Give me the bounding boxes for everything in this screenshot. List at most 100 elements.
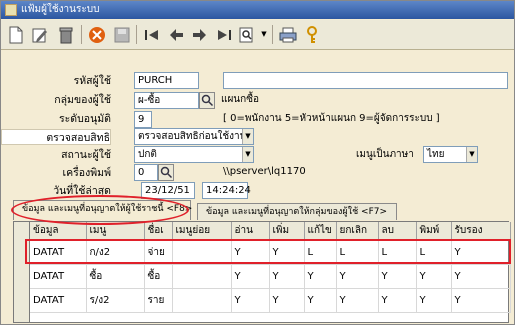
search-icon[interactable] [237,23,259,46]
tab-group-permissions[interactable]: ข้อมูล และเมนูที่อนุญาตให้กลุ่มของผู้ใช้… [197,203,397,220]
window-title: แฟ้มผู้ใช้งานระบบ [21,4,100,15]
level-hint: [ 0=พนักงาน 5=หัวหน้าแผนก 9=ผู้จัดการระบ… [223,113,440,124]
table-cell[interactable]: Y [231,288,270,313]
table-cell[interactable]: Y [378,264,417,289]
group-label: กลุ่มของผู้ใช้ [54,94,111,106]
table-cell[interactable]: DATAT [30,240,87,265]
check-rights-label: ตรวจสอบสิทธิ [1,129,111,145]
table-cell[interactable]: ร/ง2 [86,288,145,313]
table-cell[interactable] [172,240,232,265]
last-used-label: วันที่ใช้ล่าสุด [53,185,111,197]
toolbar: ▼ [1,20,514,50]
table-cell[interactable]: Y [416,264,452,289]
search-dropdown-icon[interactable]: ▼ [259,23,269,46]
group-search-button[interactable] [199,92,215,109]
tab-user-permissions-label: ข้อมูล และเมนูที่อนุญาตให้ผู้ใช้ราชนี้ <… [22,204,193,214]
table-cell[interactable]: Y [416,288,452,313]
table-cell[interactable]: Y [269,288,305,313]
new-icon[interactable] [5,23,27,46]
level-label: ระดับอนุมัติ [59,113,111,125]
column-header[interactable]: เพิ่ม [269,222,305,241]
table-cell[interactable]: ซื้อ [86,264,145,289]
first-icon[interactable] [141,23,163,46]
group-code-field[interactable]: ผ-ซื้อ [134,92,199,109]
table-cell[interactable]: Y [269,264,305,289]
table-cell[interactable]: L [304,240,337,265]
user-file-window: แฟ้มผู้ใช้งานระบบ ▼ รหัสผู้ใช้ PURCH กลุ… [0,0,515,325]
permissions-grid: ข้อมูล เมนู ชื่อเ เมนูย่อย อ่าน เพิ่ม แก… [29,221,511,323]
prev-icon[interactable] [165,23,187,46]
delete-icon[interactable] [55,23,77,46]
menu-language-value: ไทย [427,149,445,160]
table-cell[interactable] [172,288,232,313]
tab-strip: ข้อมูล และเมนูที่อนุญาตให้ผู้ใช้ราชนี้ <… [13,200,513,220]
chevron-down-icon[interactable]: ▼ [242,129,253,144]
table-cell[interactable] [172,264,232,289]
table-row[interactable]: DATAT ก/ง2 จ่าย Y Y L L L L Y [30,240,511,265]
tab-group-permissions-label: ข้อมูล และเมนูที่อนุญาตให้กลุ่มของผู้ใช้… [206,207,388,217]
table-cell[interactable]: Y [304,264,337,289]
row-gutter [13,221,29,323]
edit-icon[interactable] [29,23,51,46]
table-cell[interactable]: DATAT [30,264,87,289]
user-name-field[interactable] [223,72,508,89]
table-cell[interactable]: จ่าย [144,240,173,265]
table-cell[interactable]: Y [336,288,379,313]
user-code-label: รหัสผู้ใช้ [73,75,111,87]
grid-header-row: ข้อมูล เมนู ชื่อเ เมนูย่อย อ่าน เพิ่ม แก… [30,222,511,241]
group-name-text: แผนกซื้อ [221,94,259,105]
cancel-icon[interactable] [86,23,108,46]
printer-field[interactable]: 0 [134,164,158,181]
column-header[interactable]: อ่าน [231,222,270,241]
status-value: ปกติ [138,149,157,160]
column-header[interactable]: ลบ [378,222,417,241]
next-icon[interactable] [189,23,211,46]
table-cell[interactable]: Y [231,264,270,289]
column-header[interactable]: ยกเลิก [336,222,379,241]
print-icon[interactable] [277,23,299,46]
user-code-field[interactable]: PURCH [134,72,199,89]
column-header[interactable]: เมนูย่อย [172,222,232,241]
table-cell[interactable]: Y [451,288,511,313]
menu-language-select[interactable]: ไทย ▼ [423,146,478,163]
permissions-table: ข้อมูล เมนู ชื่อเ เมนูย่อย อ่าน เพิ่ม แก… [30,222,511,313]
table-cell[interactable]: Y [451,264,511,289]
table-cell[interactable]: ราย [144,288,173,313]
tab-user-permissions[interactable]: ข้อมูล และเมนูที่อนุญาตให้ผู้ใช้ราชนี้ <… [13,200,193,220]
app-icon [5,4,17,16]
table-row[interactable]: DATAT ซื้อ ซื้อ Y Y Y Y Y Y Y [30,264,511,289]
table-cell[interactable]: ซื้อ [144,264,173,289]
chevron-down-icon[interactable]: ▼ [466,147,477,162]
key-icon[interactable] [301,23,323,46]
table-cell[interactable]: DATAT [30,288,87,313]
check-rights-select[interactable]: ตรวจสอบสิทธิก่อนใช้งาน ▼ [134,128,254,145]
table-cell[interactable]: ก/ง2 [86,240,145,265]
table-cell[interactable]: Y [451,240,511,265]
column-header[interactable]: ข้อมูล [30,222,87,241]
table-row[interactable]: DATAT ร/ง2 ราย Y Y Y Y Y Y Y [30,288,511,313]
table-cell[interactable]: Y [336,264,379,289]
column-header[interactable]: แก้ไข [304,222,337,241]
chevron-down-icon[interactable]: ▼ [242,147,253,162]
status-label: สถานะผู้ใช้ [61,149,111,161]
status-select[interactable]: ปกติ ▼ [134,146,254,163]
title-bar: แฟ้มผู้ใช้งานระบบ [1,1,514,19]
table-cell[interactable]: Y [269,240,305,265]
column-header[interactable]: ชื่อเ [144,222,173,241]
last-icon[interactable] [213,23,235,46]
column-header[interactable]: รับรอง [451,222,511,241]
last-used-date-field[interactable]: 23/12/51 [141,182,195,199]
user-form: รหัสผู้ใช้ PURCH กลุ่มของผู้ใช้ ผ-ซื้อ แ… [1,50,514,200]
table-cell[interactable]: Y [378,288,417,313]
table-cell[interactable]: L [336,240,379,265]
save-icon[interactable] [111,23,133,46]
column-header[interactable]: พิมพ์ [416,222,452,241]
table-cell[interactable]: Y [304,288,337,313]
last-used-time-field[interactable]: 14:24:24 [202,182,251,199]
table-cell[interactable]: Y [231,240,270,265]
column-header[interactable]: เมนู [86,222,145,241]
table-cell[interactable]: L [378,240,417,265]
table-cell[interactable]: L [416,240,452,265]
printer-search-button[interactable] [158,164,174,181]
level-field[interactable]: 9 [134,111,152,128]
